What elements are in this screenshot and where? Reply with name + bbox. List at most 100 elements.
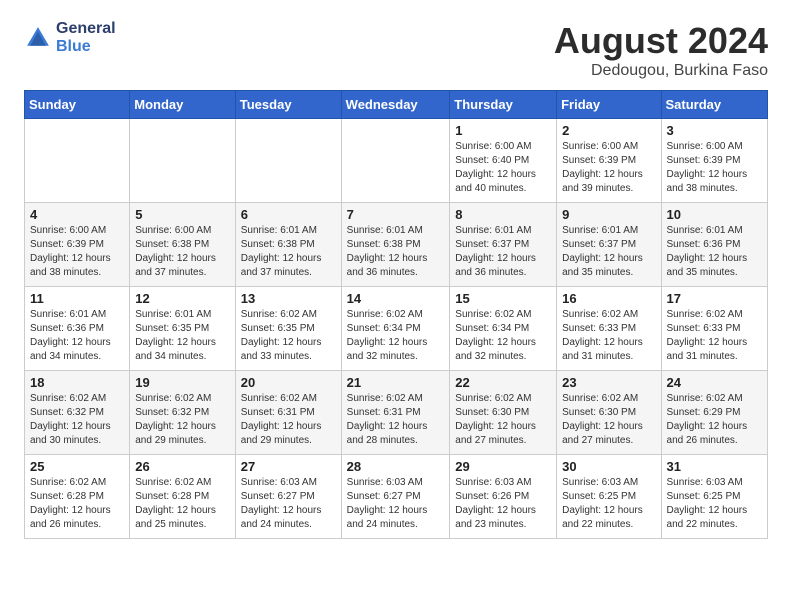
day-number: 4 bbox=[30, 207, 124, 222]
day-number: 23 bbox=[562, 375, 655, 390]
header-saturday: Saturday bbox=[661, 91, 767, 119]
calendar-cell: 23 Sunrise: 6:02 AMSunset: 6:30 PMDayligh… bbox=[557, 371, 661, 455]
calendar-cell: 20Sunrise: 6:02 AMSunset: 6:31 PMDayligh… bbox=[235, 371, 341, 455]
day-number: 22 bbox=[455, 375, 551, 390]
cell-info: Sunrise: 6:02 AMSunset: 6:35 PMDaylight:… bbox=[241, 308, 336, 364]
week-row-2: 4 Sunrise: 6:00 AMSunset: 6:39 PMDaylight… bbox=[25, 203, 768, 287]
day-number: 8 bbox=[455, 207, 551, 222]
day-number: 10 bbox=[667, 207, 762, 222]
day-number: 7 bbox=[347, 207, 445, 222]
cell-info: Sunrise: 6:02 AMSunset: 6:30 PMDaylight:… bbox=[562, 392, 655, 448]
day-number: 24 bbox=[667, 375, 762, 390]
day-number: 9 bbox=[562, 207, 655, 222]
title-block: August 2024 Dedougou, Burkina Faso bbox=[554, 20, 768, 80]
calendar: Sunday Monday Tuesday Wednesday Thursday… bbox=[24, 90, 768, 539]
cell-info: Sunrise: 6:03 AMSunset: 6:26 PMDaylight:… bbox=[455, 476, 551, 532]
day-number: 5 bbox=[135, 207, 230, 222]
day-number: 15 bbox=[455, 291, 551, 306]
calendar-cell: 13Sunrise: 6:02 AMSunset: 6:35 PMDayligh… bbox=[235, 287, 341, 371]
cell-info: Sunrise: 6:02 AMSunset: 6:32 PMDaylight:… bbox=[135, 392, 230, 448]
calendar-cell: 24Sunrise: 6:02 AMSunset: 6:29 PMDayligh… bbox=[661, 371, 767, 455]
logo: General Blue bbox=[24, 20, 116, 56]
cell-info: Sunrise: 6:02 AMSunset: 6:33 PMDaylight:… bbox=[562, 308, 655, 364]
cell-info: Sunrise: 6:02 AMSunset: 6:34 PMDaylight:… bbox=[347, 308, 445, 364]
weekday-header-row: Sunday Monday Tuesday Wednesday Thursday… bbox=[25, 91, 768, 119]
calendar-cell: 21 Sunrise: 6:02 AMSunset: 6:31 PMDayligh… bbox=[341, 371, 450, 455]
logo-icon bbox=[24, 24, 52, 52]
day-number: 12 bbox=[135, 291, 230, 306]
day-number: 2 bbox=[562, 123, 655, 138]
calendar-cell: 7 Sunrise: 6:01 AMSunset: 6:38 PMDaylight… bbox=[341, 203, 450, 287]
day-number: 27 bbox=[241, 459, 336, 474]
location: Dedougou, Burkina Faso bbox=[554, 62, 768, 80]
day-number: 14 bbox=[347, 291, 445, 306]
calendar-cell: 2 Sunrise: 6:00 AMSunset: 6:39 PMDaylight… bbox=[557, 119, 661, 203]
cell-info: Sunrise: 6:02 AMSunset: 6:30 PMDaylight:… bbox=[455, 392, 551, 448]
day-number: 11 bbox=[30, 291, 124, 306]
cell-info: Sunrise: 6:01 AMSunset: 6:38 PMDaylight:… bbox=[347, 224, 445, 280]
cell-info: Sunrise: 6:02 AMSunset: 6:31 PMDaylight:… bbox=[241, 392, 336, 448]
week-row-3: 11 Sunrise: 6:01 AMSunset: 6:36 PMDayligh… bbox=[25, 287, 768, 371]
cell-info: Sunrise: 6:01 AMSunset: 6:35 PMDaylight:… bbox=[135, 308, 230, 364]
day-number: 26 bbox=[135, 459, 230, 474]
calendar-cell: 11 Sunrise: 6:01 AMSunset: 6:36 PMDayligh… bbox=[25, 287, 130, 371]
calendar-cell bbox=[235, 119, 341, 203]
header-thursday: Thursday bbox=[450, 91, 557, 119]
calendar-cell: 3Sunrise: 6:00 AMSunset: 6:39 PMDaylight… bbox=[661, 119, 767, 203]
calendar-cell: 14 Sunrise: 6:02 AMSunset: 6:34 PMDayligh… bbox=[341, 287, 450, 371]
calendar-cell bbox=[25, 119, 130, 203]
cell-info: Sunrise: 6:01 AMSunset: 6:36 PMDaylight:… bbox=[667, 224, 762, 280]
day-number: 30 bbox=[562, 459, 655, 474]
cell-info: Sunrise: 6:02 AMSunset: 6:31 PMDaylight:… bbox=[347, 392, 445, 448]
calendar-cell: 5 Sunrise: 6:00 AMSunset: 6:38 PMDaylight… bbox=[130, 203, 236, 287]
day-number: 1 bbox=[455, 123, 551, 138]
calendar-cell: 25Sunrise: 6:02 AMSunset: 6:28 PMDayligh… bbox=[25, 455, 130, 539]
cell-info: Sunrise: 6:01 AMSunset: 6:38 PMDaylight:… bbox=[241, 224, 336, 280]
calendar-cell: 27Sunrise: 6:03 AMSunset: 6:27 PMDayligh… bbox=[235, 455, 341, 539]
calendar-cell: 17 Sunrise: 6:02 AMSunset: 6:33 PMDayligh… bbox=[661, 287, 767, 371]
calendar-cell: 12 Sunrise: 6:01 AMSunset: 6:35 PMDayligh… bbox=[130, 287, 236, 371]
calendar-cell: 29 Sunrise: 6:03 AMSunset: 6:26 PMDayligh… bbox=[450, 455, 557, 539]
header-wednesday: Wednesday bbox=[341, 91, 450, 119]
calendar-cell: 16 Sunrise: 6:02 AMSunset: 6:33 PMDayligh… bbox=[557, 287, 661, 371]
day-number: 16 bbox=[562, 291, 655, 306]
cell-info: Sunrise: 6:02 AMSunset: 6:28 PMDaylight:… bbox=[30, 476, 124, 532]
calendar-cell: 9Sunrise: 6:01 AMSunset: 6:37 PMDaylight… bbox=[557, 203, 661, 287]
cell-info: Sunrise: 6:02 AMSunset: 6:34 PMDaylight:… bbox=[455, 308, 551, 364]
week-row-4: 18 Sunrise: 6:02 AMSunset: 6:32 PMDayligh… bbox=[25, 371, 768, 455]
week-row-1: 1 Sunrise: 6:00 AMSunset: 6:40 PMDaylight… bbox=[25, 119, 768, 203]
calendar-cell: 15 Sunrise: 6:02 AMSunset: 6:34 PMDayligh… bbox=[450, 287, 557, 371]
cell-info: Sunrise: 6:02 AMSunset: 6:32 PMDaylight:… bbox=[30, 392, 124, 448]
calendar-cell: 22 Sunrise: 6:02 AMSunset: 6:30 PMDayligh… bbox=[450, 371, 557, 455]
calendar-cell: 6Sunrise: 6:01 AMSunset: 6:38 PMDaylight… bbox=[235, 203, 341, 287]
cell-info: Sunrise: 6:00 AMSunset: 6:39 PMDaylight:… bbox=[667, 140, 762, 196]
day-number: 29 bbox=[455, 459, 551, 474]
calendar-cell: 18 Sunrise: 6:02 AMSunset: 6:32 PMDayligh… bbox=[25, 371, 130, 455]
cell-info: Sunrise: 6:00 AMSunset: 6:39 PMDaylight:… bbox=[30, 224, 124, 280]
calendar-cell: 26Sunrise: 6:02 AMSunset: 6:28 PMDayligh… bbox=[130, 455, 236, 539]
calendar-cell: 31 Sunrise: 6:03 AMSunset: 6:25 PMDayligh… bbox=[661, 455, 767, 539]
day-number: 18 bbox=[30, 375, 124, 390]
day-number: 31 bbox=[667, 459, 762, 474]
header-tuesday: Tuesday bbox=[235, 91, 341, 119]
calendar-cell: 4 Sunrise: 6:00 AMSunset: 6:39 PMDaylight… bbox=[25, 203, 130, 287]
day-number: 17 bbox=[667, 291, 762, 306]
week-row-5: 25Sunrise: 6:02 AMSunset: 6:28 PMDayligh… bbox=[25, 455, 768, 539]
cell-info: Sunrise: 6:01 AMSunset: 6:36 PMDaylight:… bbox=[30, 308, 124, 364]
calendar-cell: 28Sunrise: 6:03 AMSunset: 6:27 PMDayligh… bbox=[341, 455, 450, 539]
cell-info: Sunrise: 6:00 AMSunset: 6:38 PMDaylight:… bbox=[135, 224, 230, 280]
cell-info: Sunrise: 6:00 AMSunset: 6:40 PMDaylight:… bbox=[455, 140, 551, 196]
calendar-cell: 10 Sunrise: 6:01 AMSunset: 6:36 PMDayligh… bbox=[661, 203, 767, 287]
day-number: 21 bbox=[347, 375, 445, 390]
cell-info: Sunrise: 6:01 AMSunset: 6:37 PMDaylight:… bbox=[455, 224, 551, 280]
day-number: 19 bbox=[135, 375, 230, 390]
header-friday: Friday bbox=[557, 91, 661, 119]
calendar-cell: 30Sunrise: 6:03 AMSunset: 6:25 PMDayligh… bbox=[557, 455, 661, 539]
cell-info: Sunrise: 6:03 AMSunset: 6:25 PMDaylight:… bbox=[667, 476, 762, 532]
calendar-cell: 19 Sunrise: 6:02 AMSunset: 6:32 PMDayligh… bbox=[130, 371, 236, 455]
cell-info: Sunrise: 6:00 AMSunset: 6:39 PMDaylight:… bbox=[562, 140, 655, 196]
calendar-cell: 1 Sunrise: 6:00 AMSunset: 6:40 PMDaylight… bbox=[450, 119, 557, 203]
header-sunday: Sunday bbox=[25, 91, 130, 119]
cell-info: Sunrise: 6:02 AMSunset: 6:33 PMDaylight:… bbox=[667, 308, 762, 364]
month-title: August 2024 bbox=[554, 20, 768, 62]
